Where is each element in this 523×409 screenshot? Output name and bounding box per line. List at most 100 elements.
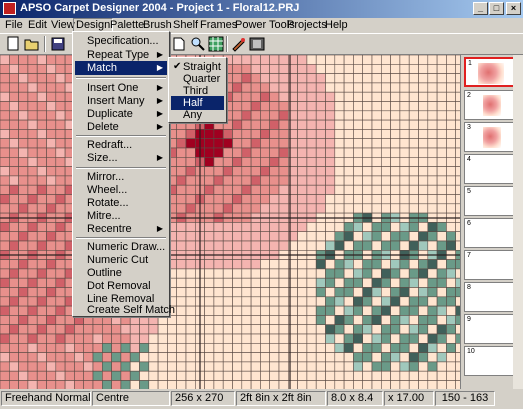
grid-cell[interactable] — [250, 333, 261, 344]
grid-cell[interactable] — [427, 240, 438, 251]
grid-cell[interactable] — [27, 119, 38, 130]
grid-cell[interactable] — [260, 119, 270, 130]
grid-cell[interactable] — [278, 129, 289, 140]
grid-cell[interactable] — [36, 361, 47, 372]
grid-cell[interactable] — [380, 119, 391, 130]
grid-cell[interactable] — [306, 73, 317, 84]
grid-cell[interactable] — [232, 231, 243, 242]
grid-cell[interactable] — [0, 222, 10, 232]
grid-cell[interactable] — [278, 166, 289, 177]
grid-cell[interactable] — [418, 222, 429, 232]
grid-cell[interactable] — [371, 361, 382, 372]
grid-cell[interactable] — [334, 361, 345, 372]
grid-cell[interactable] — [362, 333, 373, 344]
grid-cell[interactable] — [83, 370, 94, 381]
grid-cell[interactable] — [334, 324, 345, 335]
grid-cell[interactable] — [269, 129, 280, 140]
grid-cell[interactable] — [306, 55, 317, 65]
grid-cell[interactable] — [427, 342, 438, 353]
grid-cell[interactable] — [334, 73, 345, 84]
grid-cell[interactable] — [260, 259, 270, 270]
grid-cell[interactable] — [185, 129, 196, 140]
grid-cell[interactable] — [278, 361, 289, 372]
grid-cell[interactable] — [418, 296, 429, 307]
grid-cell[interactable] — [436, 240, 447, 251]
grid-cell[interactable] — [120, 352, 131, 363]
grid-cell[interactable] — [18, 119, 29, 130]
grid-cell[interactable] — [362, 64, 373, 74]
grid-cell[interactable] — [18, 222, 29, 232]
menu-item-create-self-match[interactable]: Create Self Match — [75, 305, 175, 316]
grid-cell[interactable] — [260, 296, 270, 307]
grid-cell[interactable] — [250, 175, 261, 186]
grid-cell[interactable] — [408, 287, 419, 298]
grid-cell[interactable] — [0, 138, 10, 149]
grid-cell[interactable] — [343, 296, 354, 307]
grid-cell[interactable] — [64, 333, 75, 344]
menu-item-insert-many[interactable]: Insert Many ▶ — [75, 94, 167, 108]
grid-cell[interactable] — [315, 64, 326, 74]
grid-cell[interactable] — [399, 315, 410, 325]
grid-cell[interactable] — [436, 129, 447, 140]
grid-cell[interactable] — [9, 352, 19, 363]
grid-cell[interactable] — [27, 352, 38, 363]
grid-cell[interactable] — [325, 231, 336, 242]
grid-cell[interactable] — [353, 277, 363, 288]
grid-cell[interactable] — [27, 222, 38, 232]
grid-cell[interactable] — [334, 64, 345, 74]
grid-cell[interactable] — [185, 352, 196, 363]
grid-cell[interactable] — [167, 342, 177, 353]
grid-cell[interactable] — [0, 380, 10, 390]
grid-cell[interactable] — [380, 175, 391, 186]
grid-cell[interactable] — [306, 352, 317, 363]
grid-cell[interactable] — [306, 333, 317, 344]
grid-cell[interactable] — [269, 315, 280, 325]
grid-cell[interactable] — [185, 324, 196, 335]
grid-cell[interactable] — [399, 305, 410, 316]
grid-cell[interactable] — [260, 110, 270, 121]
grid-cell[interactable] — [362, 73, 373, 84]
grid-cell[interactable] — [27, 296, 38, 307]
grid-cell[interactable] — [297, 370, 308, 381]
grid-cell[interactable] — [306, 64, 317, 74]
grid-cell[interactable] — [390, 101, 401, 112]
grid-cell[interactable] — [446, 315, 456, 325]
grid-cell[interactable] — [427, 91, 438, 102]
frame-thumbnail[interactable]: 7 — [464, 250, 517, 280]
menu-item-numeric-draw[interactable]: Numeric Draw... — [75, 240, 167, 254]
grid-cell[interactable] — [446, 342, 456, 353]
grid-cell[interactable] — [427, 287, 438, 298]
grid-cell[interactable] — [297, 64, 308, 74]
grid-cell[interactable] — [399, 82, 410, 93]
grid-cell[interactable] — [306, 147, 317, 158]
grid-cell[interactable] — [362, 138, 373, 149]
grid-cell[interactable] — [306, 101, 317, 112]
grid-cell[interactable] — [185, 166, 196, 177]
grid-cell[interactable] — [362, 296, 373, 307]
grid-cell[interactable] — [241, 342, 252, 353]
grid-cell[interactable] — [390, 287, 401, 298]
grid-cell[interactable] — [176, 287, 187, 298]
grid-cell[interactable] — [55, 361, 66, 372]
grid-cell[interactable] — [380, 222, 391, 232]
grid-cell[interactable] — [222, 370, 233, 381]
grid-cell[interactable] — [427, 55, 438, 65]
grid-cell[interactable] — [297, 324, 308, 335]
grid-cell[interactable] — [297, 175, 308, 186]
grid-cell[interactable] — [241, 305, 252, 316]
grid-cell[interactable] — [306, 222, 317, 232]
grid-cell[interactable] — [0, 119, 10, 130]
grid-cell[interactable] — [111, 380, 122, 390]
grid-cell[interactable] — [418, 101, 429, 112]
grid-cell[interactable] — [306, 268, 317, 279]
grid-cell[interactable] — [380, 315, 391, 325]
grid-cell[interactable] — [269, 333, 280, 344]
grid-cell[interactable] — [0, 91, 10, 102]
grid-cell[interactable] — [362, 222, 373, 232]
grid-cell[interactable] — [250, 287, 261, 298]
grid-cell[interactable] — [222, 166, 233, 177]
grid-cell[interactable] — [371, 55, 382, 65]
grid-cell[interactable] — [343, 166, 354, 177]
grid-cell[interactable] — [185, 370, 196, 381]
grid-cell[interactable] — [260, 352, 270, 363]
